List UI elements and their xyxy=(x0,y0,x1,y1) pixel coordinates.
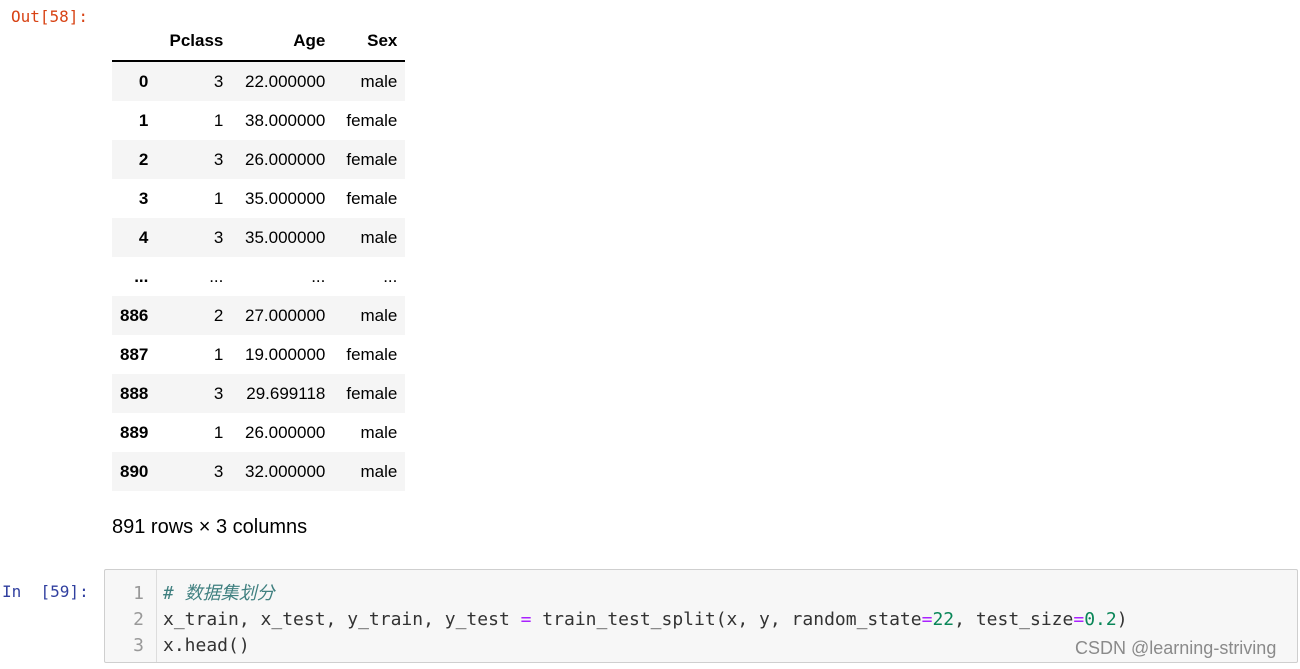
table-row: 3 1 35.000000 female xyxy=(112,179,405,218)
cell-pclass: 1 xyxy=(213,422,224,442)
cell-sex: ... xyxy=(383,266,398,286)
cell-age: 38.000000 xyxy=(245,110,326,130)
cell-pclass: 1 xyxy=(213,344,224,364)
cell-sex: female xyxy=(346,344,398,364)
line-number: 3 xyxy=(133,635,144,656)
cell-age: 35.000000 xyxy=(245,188,326,208)
line-number: 1 xyxy=(133,583,144,604)
cell-sex: male xyxy=(360,305,398,325)
row-index: 888 xyxy=(120,383,149,403)
code-area[interactable]: # 数据集划分 x_train, x_test, y_train, y_test… xyxy=(157,570,1128,662)
watermark-text: CSDN @learning-striving xyxy=(1075,638,1277,658)
cell-pclass: 3 xyxy=(213,461,224,481)
cell-age: 29.699118 xyxy=(246,383,326,403)
cell-pclass: 3 xyxy=(213,71,224,91)
output-prompt: Out[58]: xyxy=(11,7,89,26)
cell-pclass: ... xyxy=(209,266,224,286)
cell-pclass: 1 xyxy=(213,188,224,208)
row-index: 886 xyxy=(120,305,149,325)
line-number-gutter: 1 2 3 xyxy=(105,570,157,662)
cell-sex: female xyxy=(346,383,398,403)
row-index: 1 xyxy=(138,110,149,130)
cell-pclass: 3 xyxy=(213,149,224,169)
code-number: 0.2 xyxy=(1084,609,1117,630)
cell-sex: female xyxy=(346,149,398,169)
index-header xyxy=(112,21,157,62)
cell-sex: male xyxy=(360,461,398,481)
row-index: 887 xyxy=(120,344,149,364)
row-index: 890 xyxy=(120,461,149,481)
row-index: 0 xyxy=(138,71,149,91)
code-line-3[interactable]: x.head() xyxy=(163,633,1128,659)
table-row: 4 3 35.000000 male xyxy=(112,218,406,257)
cell-age: 22.000000 xyxy=(245,71,326,91)
cell-age: 19.000000 xyxy=(245,344,326,364)
code-operator: = xyxy=(921,609,933,630)
cell-age: 26.000000 xyxy=(245,149,326,169)
cell-sex: male xyxy=(360,227,398,247)
cell-pclass: 2 xyxy=(213,305,224,325)
table-row: 890 3 32.000000 male xyxy=(112,452,406,491)
cell-pclass: 1 xyxy=(213,110,224,130)
code-line-2[interactable]: x_train, x_test, y_train, y_test = train… xyxy=(163,607,1128,633)
cell-sex: male xyxy=(360,71,398,91)
table-row: 887 1 19.000000 female xyxy=(112,335,405,374)
cell-age: 32.000000 xyxy=(245,461,326,481)
code-line-1[interactable]: # 数据集划分 xyxy=(163,581,1128,607)
column-header-pclass: Pclass xyxy=(156,21,232,62)
code-token: ) xyxy=(1116,609,1128,630)
code-token: x_train, x_test, y_train, y_test xyxy=(163,609,521,630)
cell-age: 27.000000 xyxy=(245,305,326,325)
code-token: train_test_split(x, y, random_state xyxy=(531,609,922,630)
code-comment: # 数据集划分 xyxy=(163,583,275,604)
row-index: 2 xyxy=(138,149,149,169)
table-row: 0 3 22.000000 male xyxy=(112,61,406,101)
input-prompt: In [59]: xyxy=(2,582,89,601)
column-header-age: Age xyxy=(231,21,334,62)
cell-sex: female xyxy=(346,188,398,208)
code-operator: = xyxy=(1073,609,1085,630)
line-number: 2 xyxy=(133,609,144,630)
cell-age: ... xyxy=(311,266,326,286)
code-token: x.head() xyxy=(163,635,250,656)
code-operator: = xyxy=(520,609,532,630)
cell-sex: male xyxy=(360,422,398,442)
code-token: , test_size xyxy=(954,609,1074,630)
cell-age: 35.000000 xyxy=(245,227,326,247)
cell-pclass: 3 xyxy=(213,227,224,247)
table-row: 1 1 38.000000 female xyxy=(112,101,405,140)
dataframe-table: Pclass Age Sex 0 3 22.000000 male 1 1 38… xyxy=(112,21,406,491)
dataframe-shape-text: 891 rows × 3 columns xyxy=(112,516,308,538)
code-number: 22 xyxy=(932,609,955,630)
table-row: 2 3 26.000000 female xyxy=(112,140,406,179)
row-index: ... xyxy=(134,266,149,286)
row-index: 4 xyxy=(138,227,149,247)
cell-sex: female xyxy=(346,110,398,130)
table-row-ellipsis: ... ... ... ... xyxy=(112,257,405,296)
row-index: 3 xyxy=(138,188,149,208)
table-row: 888 3 29.699118 female xyxy=(112,374,406,413)
cell-pclass: 3 xyxy=(213,383,224,403)
row-index: 889 xyxy=(120,422,149,442)
table-row: 886 2 27.000000 male xyxy=(112,296,406,335)
table-row: 889 1 26.000000 male xyxy=(112,413,405,452)
cell-age: 26.000000 xyxy=(245,422,326,442)
column-header-sex: Sex xyxy=(333,21,406,62)
table-header-row: Pclass Age Sex xyxy=(112,21,406,62)
